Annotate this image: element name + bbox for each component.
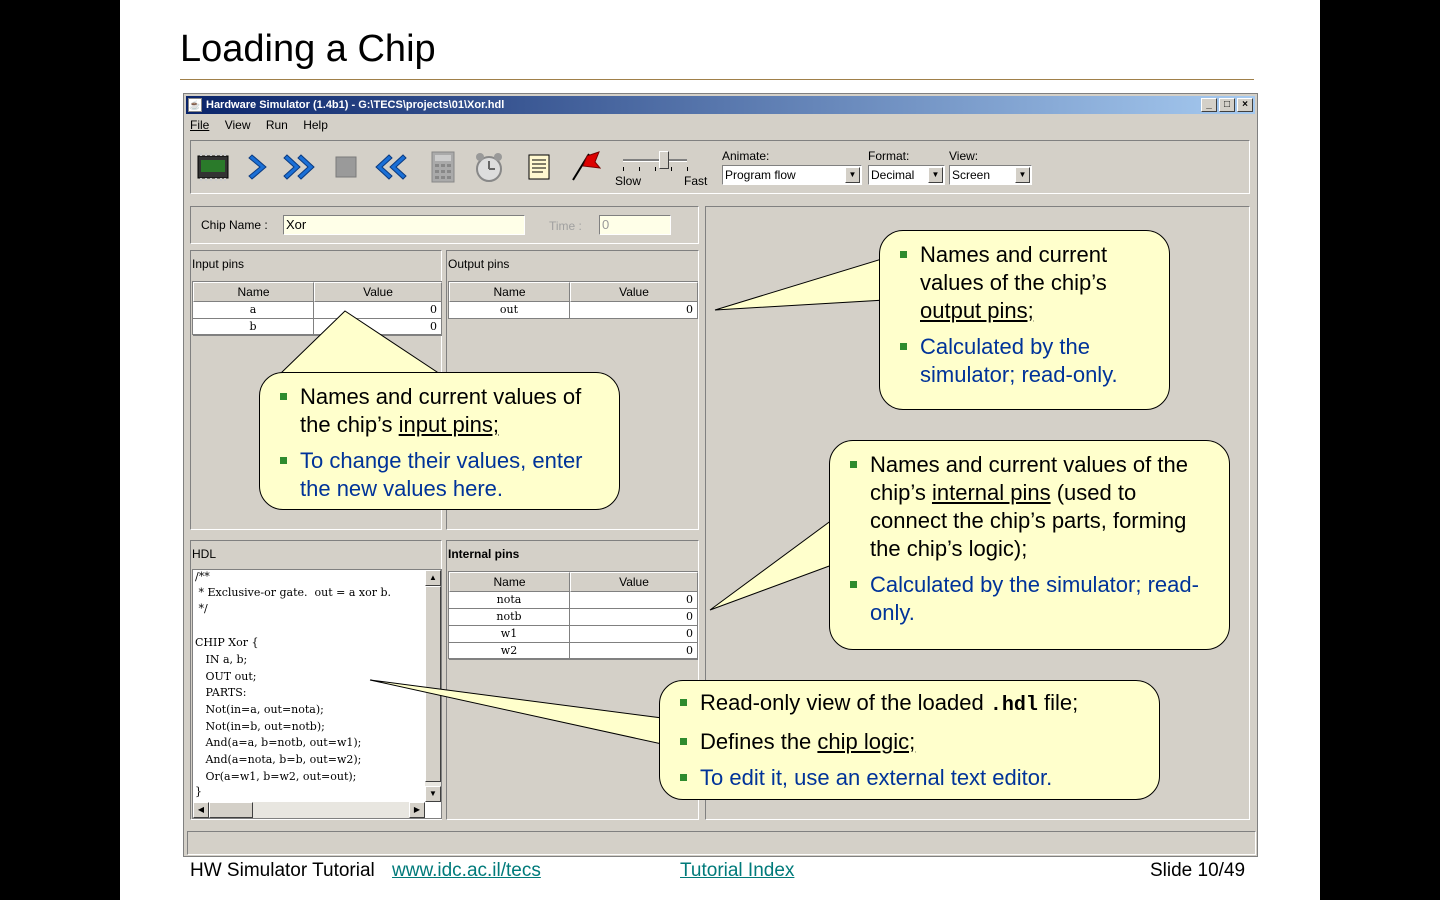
- callout-bullet: Names and current values of the chip’s i…: [848, 451, 1215, 563]
- callout-text: file;: [1037, 690, 1079, 715]
- callout-hdl: Read-only view of the loaded .hdl file; …: [659, 680, 1160, 800]
- slide-number: Slide 10/49: [1150, 860, 1246, 881]
- callout-text: Read-only view of the loaded: [700, 690, 990, 715]
- callout-bullet: Calculated by the simulator; read-only.: [898, 333, 1155, 389]
- tutorial-index-link[interactable]: Tutorial Index: [680, 860, 794, 882]
- callout-code: .hdl: [989, 694, 1038, 717]
- callout-emphasis: internal pins: [931, 480, 1051, 505]
- footer-tutorial: HW Simulator Tutorial: [190, 860, 375, 881]
- callout-bullet: Names and current values of the chip’s i…: [278, 383, 605, 439]
- callout-bullet: Defines the chip logic;: [678, 728, 1145, 756]
- callout-text: Names and current values of the chip’s: [920, 242, 1108, 295]
- callout-text: Defines the: [700, 729, 818, 754]
- footer-url-link[interactable]: www.idc.ac.il/tecs: [392, 860, 541, 882]
- callout-output-pins: Names and current values of the chip’s o…: [879, 230, 1170, 410]
- callout-emphasis: input pins;: [398, 412, 499, 437]
- callout-emphasis: output pins;: [920, 298, 1034, 323]
- slide: Loading a Chip ☕ Hardware Simulator (1.4…: [120, 0, 1320, 900]
- callout-bullet: To edit it, use an external text editor.: [678, 764, 1145, 792]
- callout-bullet: Calculated by the simulator; read-only.: [848, 571, 1215, 627]
- callout-bullet: Names and current values of the chip’s o…: [898, 241, 1155, 325]
- callout-bullet: Read-only view of the loaded .hdl file;: [678, 689, 1145, 720]
- callout-bullet: To change their values, enter the new va…: [278, 447, 605, 503]
- callout-internal-pins: Names and current values of the chip’s i…: [829, 440, 1230, 650]
- callout-input-pins: Names and current values of the chip’s i…: [259, 372, 620, 510]
- callout-emphasis: chip logic;: [817, 729, 916, 754]
